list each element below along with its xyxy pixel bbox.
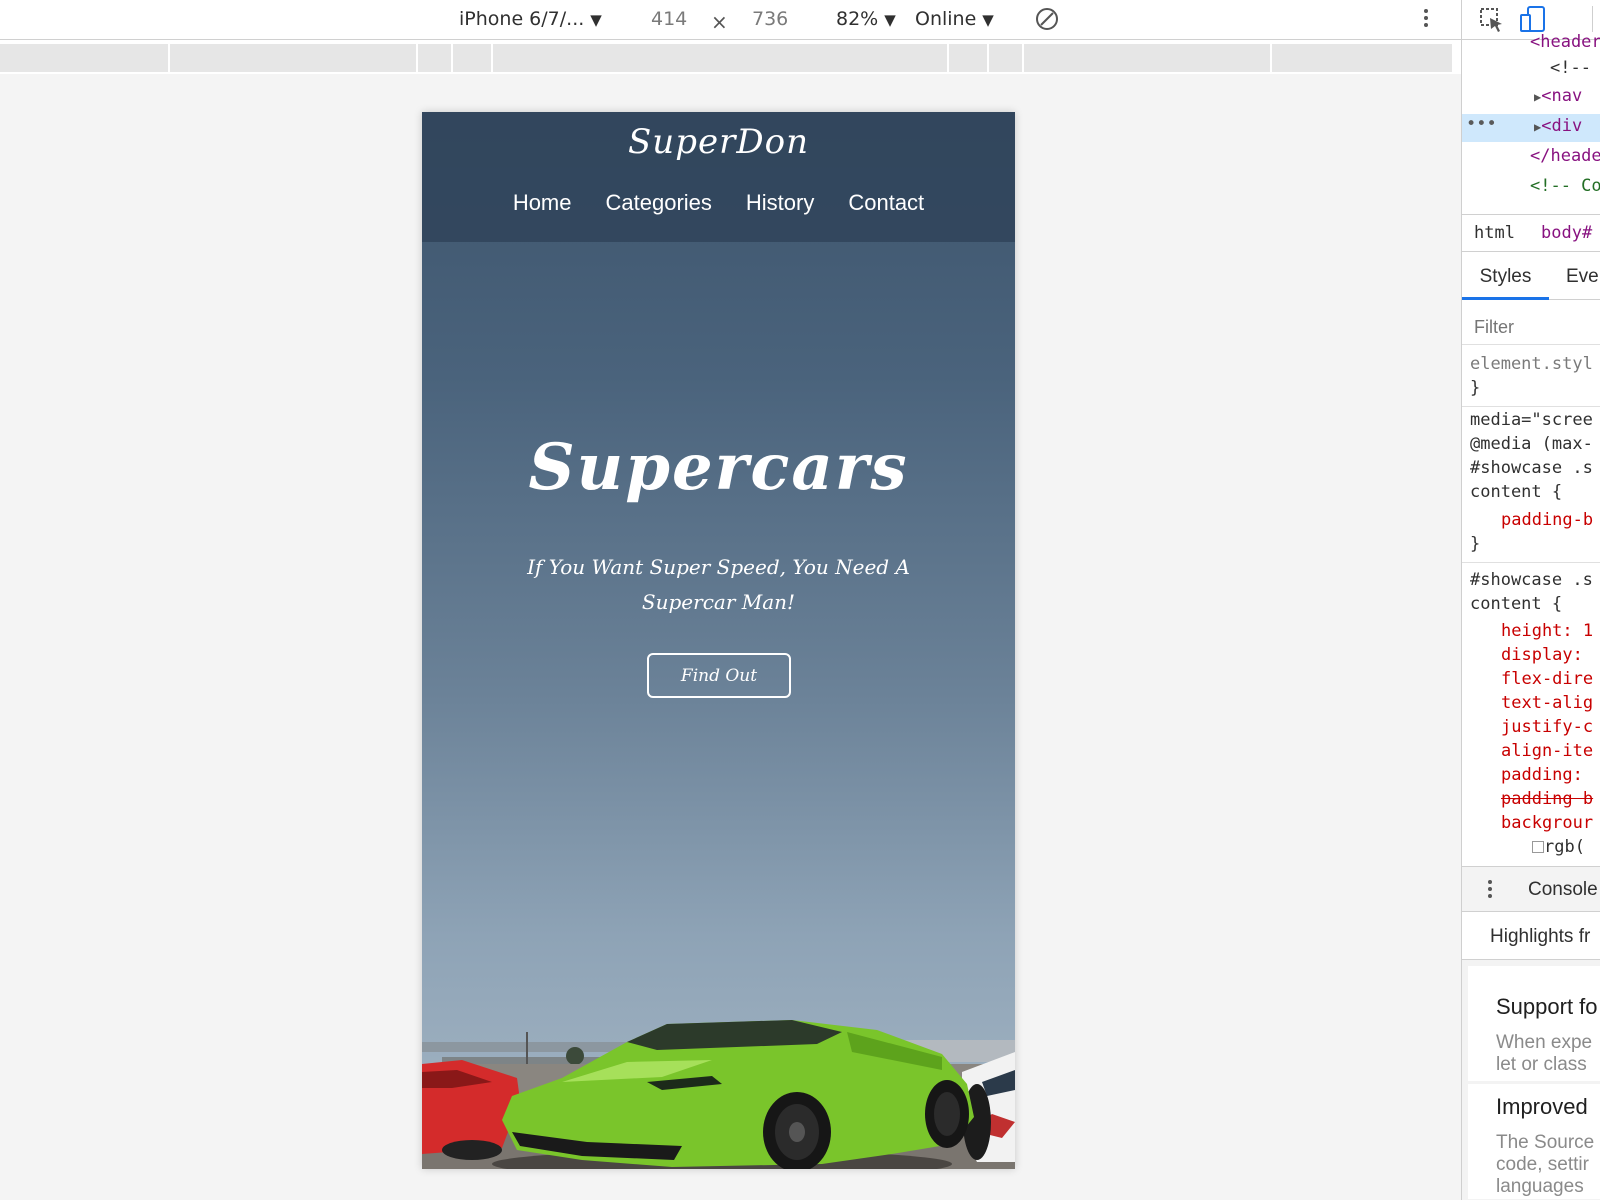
tab-console[interactable]: Console xyxy=(1528,879,1598,901)
whats-new-title: Highlights fr xyxy=(1490,926,1591,947)
site-header: SuperDon Home Categories History Contact xyxy=(422,112,1015,242)
device-mode-icon[interactable] xyxy=(1518,4,1548,34)
dom-node-header-close[interactable]: </heade xyxy=(1530,146,1600,166)
rule-selector[interactable]: content { xyxy=(1470,482,1562,502)
drawer-menu-icon[interactable] xyxy=(1486,877,1494,903)
rule-property[interactable]: justify-c xyxy=(1501,717,1593,737)
divider xyxy=(1462,344,1600,345)
device-toolbar: iPhone 6/7/... ▼ 414 × 736 82% ▼ Online ▼ xyxy=(0,0,1461,40)
throttling-dropdown-icon: ▼ xyxy=(982,11,994,29)
rule-property-overridden[interactable]: padding b xyxy=(1501,789,1593,809)
dom-node-more-icon[interactable]: ••• xyxy=(1466,114,1497,134)
rule-property[interactable]: height: 1 xyxy=(1501,621,1593,641)
whats-new-card-title: Support fo xyxy=(1496,994,1598,1019)
color-swatch-icon[interactable] xyxy=(1532,841,1544,853)
whats-new-card-text: languages xyxy=(1496,1176,1584,1197)
whats-new-card-text: let or class xyxy=(1496,1054,1587,1075)
breadcrumb-item-body[interactable]: body# xyxy=(1541,223,1592,243)
dom-node-nav[interactable]: ▶<nav xyxy=(1534,86,1582,106)
inspect-element-icon[interactable] xyxy=(1478,6,1506,34)
media-query-segment[interactable] xyxy=(1024,44,1272,72)
throttling-value: Online xyxy=(915,8,977,30)
dimension-times-icon: × xyxy=(711,10,728,34)
media-query-segment[interactable] xyxy=(949,44,989,72)
device-select[interactable]: iPhone 6/7/... ▼ xyxy=(459,8,602,30)
rotate-icon[interactable] xyxy=(1034,6,1060,32)
device-dropdown-icon: ▼ xyxy=(590,11,602,29)
rule-brace: } xyxy=(1470,534,1481,554)
media-query-segment[interactable] xyxy=(493,44,949,72)
nav-link-contact[interactable]: Contact xyxy=(848,190,924,216)
rule-property[interactable]: padding: xyxy=(1501,765,1583,785)
toolbar-divider xyxy=(1592,6,1593,32)
rule-property[interactable]: flex-dire xyxy=(1501,669,1593,689)
dom-node-comment[interactable]: <!-- xyxy=(1550,58,1591,78)
rule-property[interactable]: text-alig xyxy=(1501,693,1593,713)
devtools-panel: ••• <header <!-- ▶<nav ▶<div </heade <!-… xyxy=(1461,0,1600,1200)
rule-property[interactable]: padding-b xyxy=(1501,510,1593,530)
tab-event-listeners[interactable]: Eve xyxy=(1566,266,1599,288)
device-name: iPhone 6/7/... xyxy=(459,8,585,30)
throttling-select[interactable]: Online ▼ xyxy=(915,8,994,30)
rule-selector[interactable]: #showcase .s xyxy=(1470,570,1593,590)
hero-subtitle: If You Want Super Speed, You Need A Supe… xyxy=(527,555,910,614)
whats-new-card-title: Improved xyxy=(1496,1094,1588,1119)
nav-link-history[interactable]: History xyxy=(746,190,814,216)
rule-selector[interactable]: element.styl xyxy=(1470,354,1593,374)
rule-selector[interactable]: #showcase .s xyxy=(1470,458,1593,478)
tab-styles[interactable]: Styles xyxy=(1462,254,1549,300)
whats-new-card-text: The Source xyxy=(1496,1132,1595,1153)
rule-media-query[interactable]: @media (max- xyxy=(1470,434,1593,454)
site-logo[interactable]: SuperDon xyxy=(422,122,1015,162)
media-query-segment[interactable] xyxy=(0,44,170,72)
width-input[interactable]: 414 xyxy=(651,8,687,30)
kebab-menu-icon[interactable] xyxy=(1420,6,1432,34)
dom-node-comment[interactable]: <!-- Co xyxy=(1530,176,1600,196)
height-input[interactable]: 736 xyxy=(752,8,788,30)
hero-title: Supercars xyxy=(528,430,909,505)
media-query-bar xyxy=(0,44,1452,72)
site-nav: Home Categories History Contact xyxy=(422,190,1015,216)
rule-property[interactable]: align-ite xyxy=(1501,741,1593,761)
whats-new-content: Support fo When expe let or class Improv… xyxy=(1462,960,1600,1200)
dom-node-div[interactable]: ▶<div xyxy=(1534,116,1582,136)
whats-new-card-text: code, settir xyxy=(1496,1154,1589,1175)
tab-whats-new[interactable]: Highlights fr xyxy=(1462,912,1600,960)
emulated-page: SuperDon Home Categories History Contact… xyxy=(422,112,1015,1169)
dom-node-header[interactable]: <header xyxy=(1530,32,1600,52)
drawer-header: Console xyxy=(1462,866,1600,912)
rule-brace: } xyxy=(1470,378,1481,398)
rule-property[interactable]: backgrour xyxy=(1501,813,1593,833)
divider xyxy=(1462,562,1600,563)
styles-rules: element.styl } media="scree @media (max-… xyxy=(1462,348,1600,863)
zoom-select[interactable]: 82% ▼ xyxy=(836,8,896,30)
breadcrumb: html body# xyxy=(1462,214,1600,252)
breadcrumb-item-html[interactable]: html xyxy=(1474,223,1515,243)
supercar-photo xyxy=(422,1020,1015,1169)
nav-link-home[interactable]: Home xyxy=(513,190,572,216)
media-query-segment[interactable] xyxy=(1272,44,1452,72)
rule-property[interactable]: display: xyxy=(1501,645,1583,665)
media-query-segment[interactable] xyxy=(989,44,1024,72)
rule-media[interactable]: media="scree xyxy=(1470,410,1593,430)
rule-selector[interactable]: content { xyxy=(1470,594,1562,614)
media-query-segment[interactable] xyxy=(170,44,418,72)
sidebar-tabs: Styles Eve xyxy=(1462,254,1600,300)
nav-link-categories[interactable]: Categories xyxy=(606,190,712,216)
media-query-segment[interactable] xyxy=(418,44,453,72)
zoom-value: 82% xyxy=(836,8,879,30)
zoom-dropdown-icon: ▼ xyxy=(884,11,896,29)
media-query-segment[interactable] xyxy=(453,44,493,72)
find-out-button[interactable]: Find Out xyxy=(647,653,791,698)
rule-value[interactable]: rgb( xyxy=(1532,837,1585,857)
styles-filter-input[interactable] xyxy=(1474,314,1594,340)
whats-new-card-text: When expe xyxy=(1496,1032,1593,1053)
divider xyxy=(1462,406,1600,407)
elements-tree: ••• <header <!-- ▶<nav ▶<div </heade <!-… xyxy=(1462,32,1600,210)
